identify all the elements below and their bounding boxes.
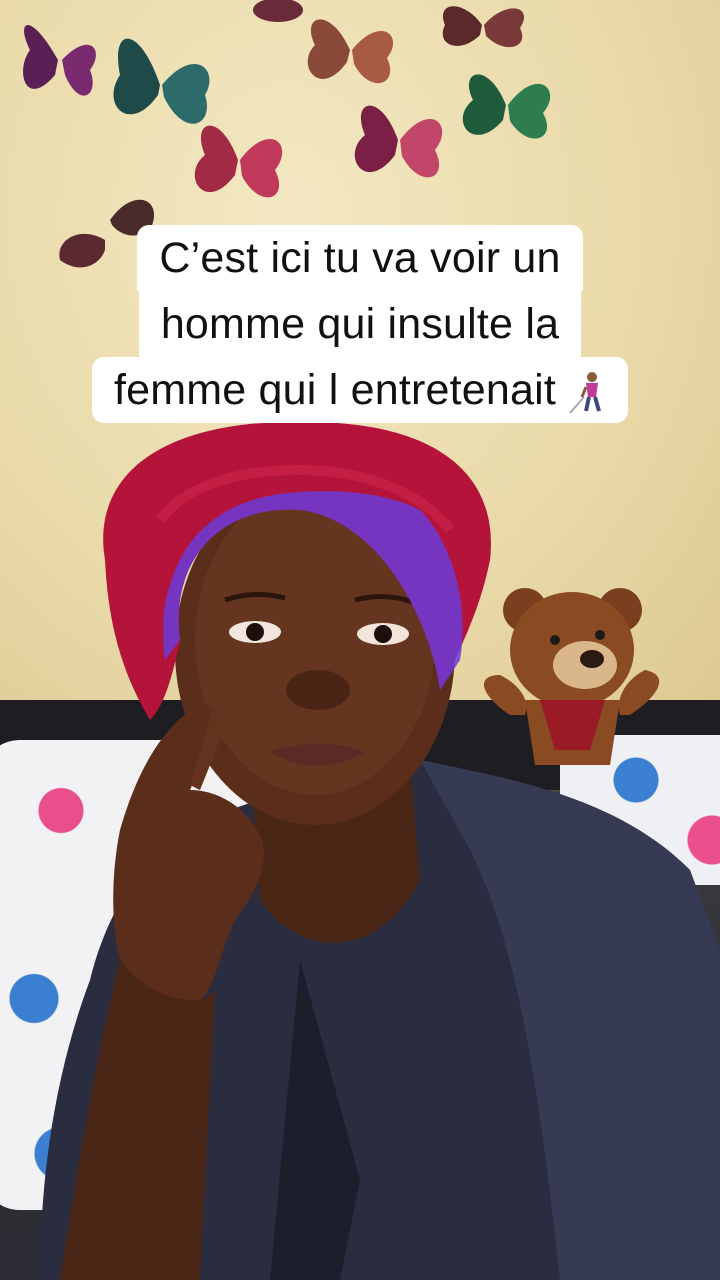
woman-with-white-cane-icon — [569, 371, 601, 414]
caption-line-2: homme qui insulte la — [138, 291, 582, 357]
video-frame: C’est ici tu va voir un homme qui insult… — [0, 0, 720, 1280]
person-speaking — [40, 421, 720, 1280]
caption-line-1: C’est ici tu va voir un — [137, 225, 583, 291]
video-caption: C’est ici tu va voir un homme qui insult… — [0, 225, 720, 423]
caption-line-3: femme qui l entretenait — [92, 357, 628, 423]
caption-text-1: C’est ici tu va voir un — [159, 234, 561, 282]
caption-text-2: homme qui insulte la — [160, 300, 560, 348]
caption-text-3: femme qui l entretenait — [114, 366, 556, 414]
